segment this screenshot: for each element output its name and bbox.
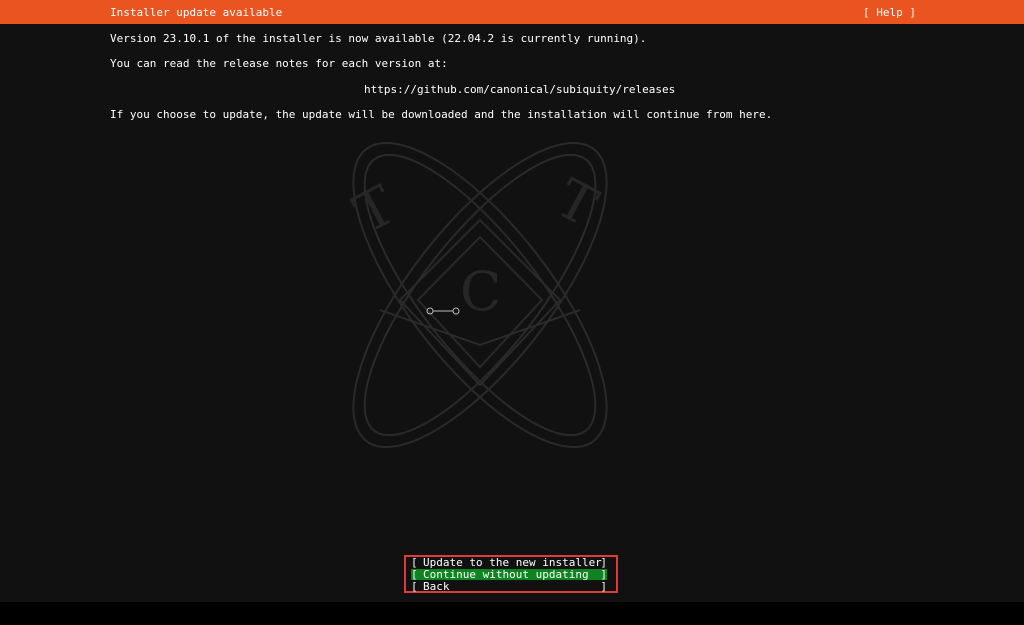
back-button[interactable]: [ Back ]	[411, 581, 607, 592]
bottom-bar	[0, 602, 1024, 625]
action-buttons: [ Update to the new installer ] [ Contin…	[404, 555, 618, 593]
help-button[interactable]: [ Help ]	[863, 6, 916, 19]
button-label: Back	[423, 580, 450, 593]
watermark-letter: C	[460, 260, 501, 323]
update-installer-button[interactable]: [ Update to the new installer ]	[411, 557, 607, 568]
version-text: Version 23.10.1 of the installer is now …	[110, 32, 647, 45]
header-title: Installer update available	[110, 6, 283, 19]
button-label: Update to the new installer	[423, 556, 602, 569]
release-notes-text: You can read the release notes for each …	[110, 57, 448, 70]
release-notes-url: https://github.com/canonical/subiquity/r…	[364, 83, 676, 96]
watermark-logo-icon: T T C	[344, 141, 608, 449]
continue-without-updating-button[interactable]: [ Continue without updating ]	[411, 569, 607, 580]
header-bar: Installer update available [ Help ]	[0, 0, 1024, 24]
button-label: Continue without updating	[423, 568, 589, 581]
installer-screen: Installer update available [ Help ] Vers…	[0, 0, 1024, 602]
